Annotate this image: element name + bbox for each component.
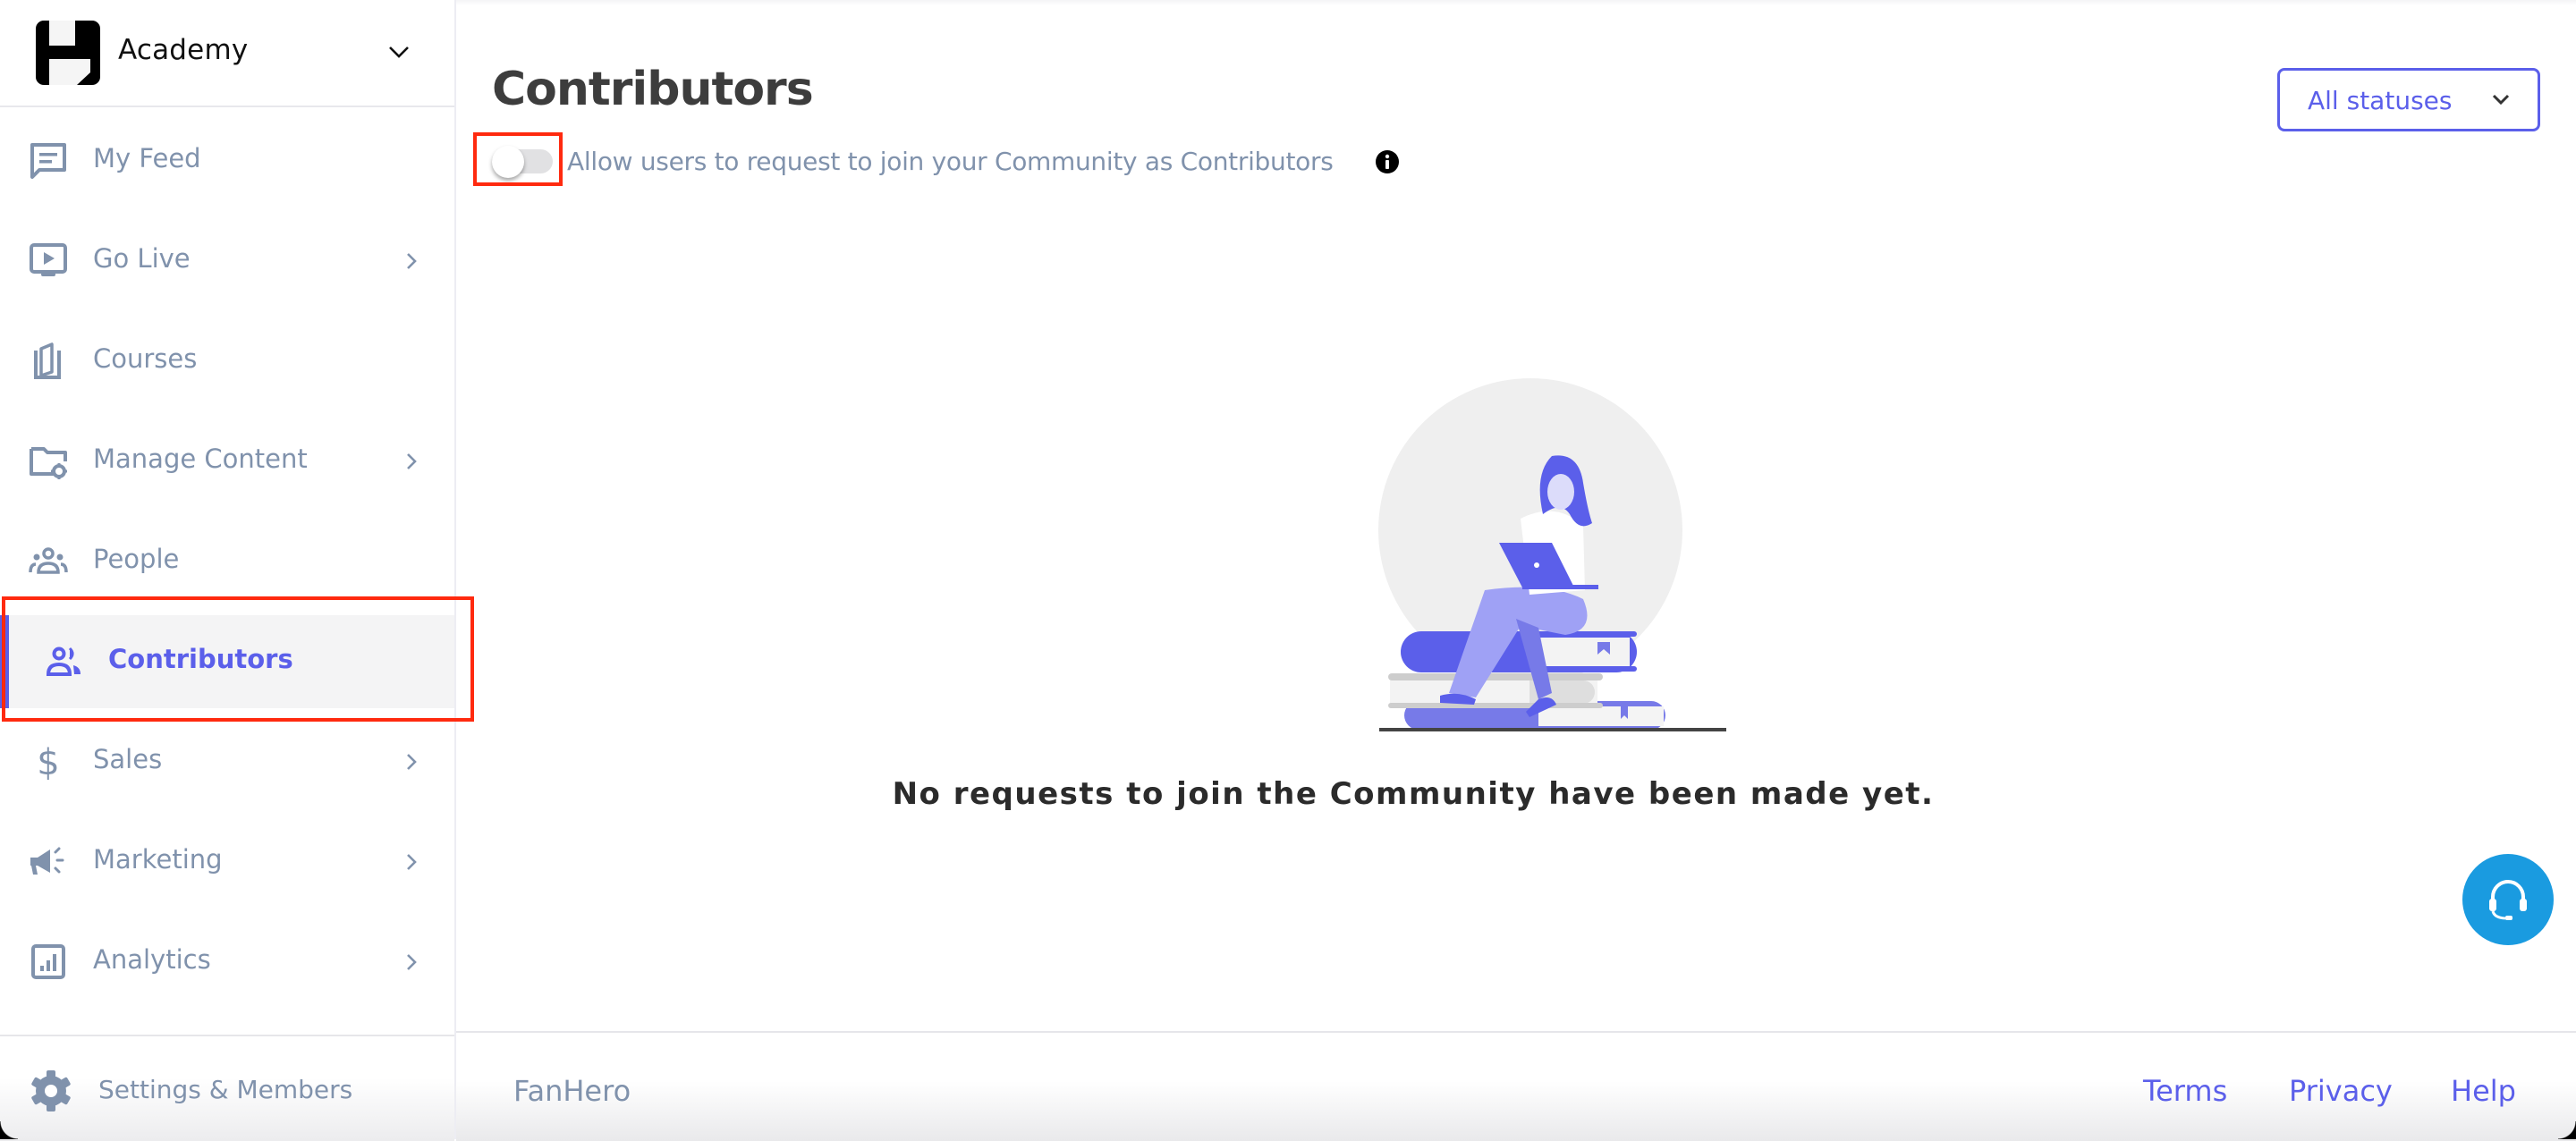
chevron-right-icon xyxy=(407,253,417,269)
footer-link-privacy[interactable]: Privacy xyxy=(2289,1074,2393,1108)
brand-name: Academy xyxy=(118,34,249,66)
window-corner xyxy=(0,1121,18,1139)
sidebar-item-label: Analytics xyxy=(93,944,211,975)
megaphone-icon xyxy=(30,847,64,875)
sidebar-item-label: Marketing xyxy=(93,844,223,875)
chevron-right-icon xyxy=(407,854,417,870)
sidebar-item-sales[interactable]: $ Sales xyxy=(0,715,454,808)
brand-switcher[interactable]: Academy xyxy=(0,0,454,107)
sidebar-item-contributors[interactable]: Contributors xyxy=(0,615,454,708)
woman-with-laptop-on-books-illustration xyxy=(1378,378,1726,731)
support-chat-button[interactable] xyxy=(2462,854,2554,945)
svg-text:$: $ xyxy=(37,742,59,782)
sidebar-item-label: Manage Content xyxy=(93,444,308,474)
top-shade xyxy=(456,0,2576,5)
settings-and-members[interactable]: Settings & Members xyxy=(0,1035,454,1141)
status-filter-select[interactable]: All statuses xyxy=(2277,68,2540,131)
chevron-right-icon xyxy=(407,453,417,469)
feed-icon xyxy=(30,143,66,179)
main-content: Contributors Allow users to request to j… xyxy=(456,0,2576,1141)
gear-icon xyxy=(31,1070,71,1111)
sidebar-item-marketing[interactable]: Marketing xyxy=(0,816,454,909)
sidebar-item-label: Sales xyxy=(93,744,163,774)
book-middle xyxy=(1388,673,1603,680)
chevron-down-icon[interactable] xyxy=(386,41,411,63)
sidebar: Academy My Feed Go Live Courses Manage C… xyxy=(0,0,456,1141)
toggle-label: Allow users to request to join your Comm… xyxy=(567,147,1334,176)
footer-link-help[interactable]: Help xyxy=(2451,1074,2516,1108)
sidebar-item-label: My Feed xyxy=(93,143,201,173)
empty-state-message: No requests to join the Community have b… xyxy=(892,776,1935,812)
chevron-right-icon xyxy=(407,754,417,770)
chevron-right-icon xyxy=(407,954,417,970)
window-corner xyxy=(2558,1121,2576,1139)
people-icon xyxy=(29,547,68,574)
analytics-icon xyxy=(31,944,65,979)
page-title: Contributors xyxy=(492,63,814,116)
sidebar-item-analytics[interactable]: Analytics xyxy=(0,916,454,1009)
ground-line xyxy=(1379,728,1726,731)
sidebar-item-label: Contributors xyxy=(108,644,293,674)
sidebar-item-manage-content[interactable]: Manage Content xyxy=(0,415,454,508)
folder-settings-icon xyxy=(30,447,67,479)
footer-link-terms[interactable]: Terms xyxy=(2143,1074,2227,1108)
sidebar-item-go-live[interactable]: Go Live xyxy=(0,215,454,308)
chevron-down-icon xyxy=(2492,94,2510,106)
sidebar-item-my-feed[interactable]: My Feed xyxy=(0,114,454,207)
page-footer: FanHero Terms Privacy Help xyxy=(456,1031,2576,1141)
active-indicator xyxy=(0,615,9,708)
annotation-highlight-toggle xyxy=(473,132,563,186)
settings-label: Settings & Members xyxy=(98,1075,353,1104)
live-video-icon xyxy=(30,243,67,276)
contributors-icon xyxy=(46,647,80,676)
fanhero-logo xyxy=(36,21,100,85)
status-filter-value: All statuses xyxy=(2308,86,2453,115)
sidebar-item-label: Go Live xyxy=(93,243,191,274)
book-icon xyxy=(34,342,61,379)
footer-brand: FanHero xyxy=(513,1074,631,1108)
sidebar-item-label: People xyxy=(93,544,180,574)
headset-icon xyxy=(2489,880,2527,920)
sidebar-item-label: Courses xyxy=(93,343,198,374)
sidebar-item-courses[interactable]: Courses xyxy=(0,315,454,408)
dollar-icon: $ xyxy=(37,742,59,782)
sidebar-item-people[interactable]: People xyxy=(0,515,454,608)
info-icon[interactable] xyxy=(1376,150,1399,173)
